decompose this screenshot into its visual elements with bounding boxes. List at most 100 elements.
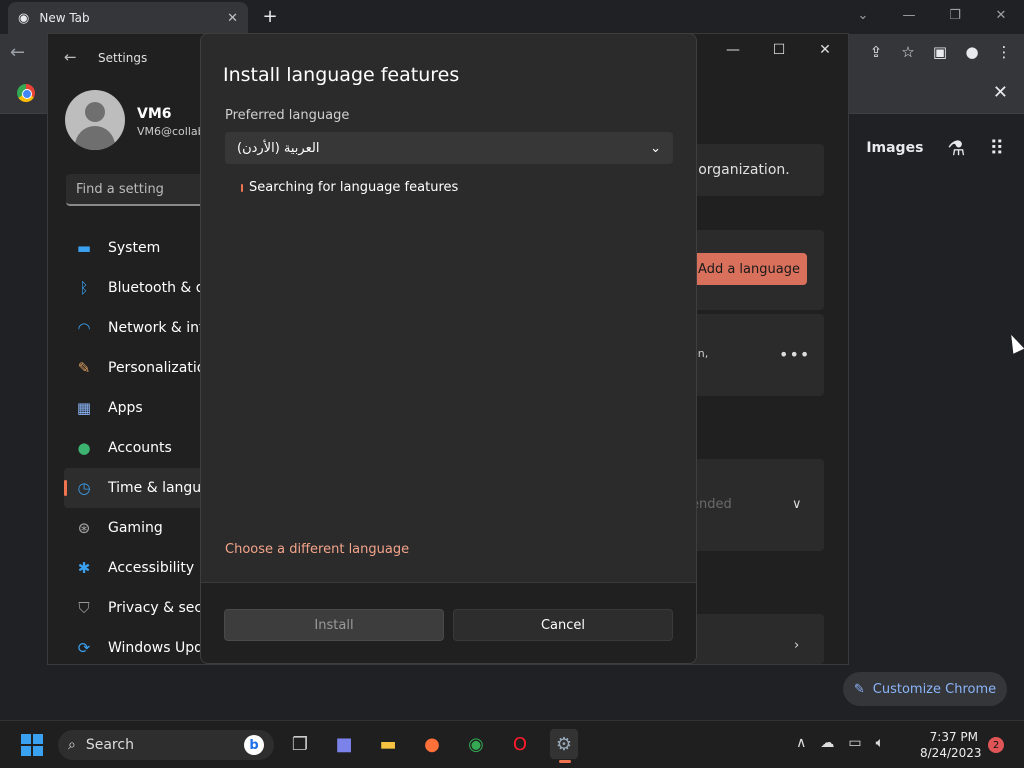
nav-item-label: Personalization [108,360,204,376]
back-arrow-icon[interactable]: ← [10,42,25,63]
nav-item-apps[interactable]: ▦ Apps [64,388,204,428]
brush-icon: ✎ [77,359,91,377]
nav-item-label: Gaming [108,520,163,536]
chrome-logo-icon: ◉ [18,10,30,26]
taskbar-apps: ❐ ■ ▬ ● ◉ O ⚙ [286,729,578,763]
ntp-header: Images ⚗ ⠿ [866,136,1004,160]
settings-nav: ▬ System ᛒ Bluetooth & devices ◠ Network… [64,228,204,668]
more-menu-icon[interactable]: ⋮ [994,40,1014,64]
settings-gear-icon[interactable]: ⚙ [550,729,578,763]
person-icon: ● [77,439,91,457]
bluetooth-icon: ᛒ [79,279,89,297]
onedrive-icon[interactable]: ☁ [820,735,834,751]
avatar [65,90,125,150]
nav-item-label: Windows Update [108,640,204,656]
progress-spinner-icon [241,183,243,192]
customize-chrome-button[interactable]: ✎ Customize Chrome [843,672,1007,706]
settings-window-controls: — ☐ ✕ [710,34,848,66]
tab-close-icon[interactable]: ✕ [227,11,238,26]
pencil-icon: ✎ [853,681,865,697]
nav-item-accounts[interactable]: ● Accounts [64,428,204,468]
nav-item-network[interactable]: ◠ Network & internet [64,308,204,348]
settings-maximize-icon[interactable]: ☐ [756,34,802,66]
chevron-down-icon[interactable]: ∨ [792,497,802,512]
new-tab-button[interactable]: + [258,6,282,28]
shield-icon: ⛉ [78,599,90,617]
settings-minimize-icon[interactable]: — [710,34,756,66]
clock-date: 8/24/2023 [920,746,982,760]
cancel-button[interactable]: Cancel [453,609,673,641]
nav-item-label: Privacy & security [108,600,204,616]
chrome-tabbar: ◉ New Tab ✕ + ⌄ — ❐ ✕ [0,0,1024,34]
bing-icon[interactable]: b [244,735,264,755]
tab-title: New Tab [39,11,90,25]
start-windows-icon[interactable] [21,734,43,756]
nav-item-gaming[interactable]: ⊛ Gaming [64,508,204,548]
more-options-icon[interactable]: ••• [779,345,810,364]
images-link[interactable]: Images [866,140,923,156]
side-panel-icon[interactable]: ▣ [930,40,950,64]
chrome-window-controls: ⌄ — ❐ ✕ [840,0,1024,30]
nav-item-system[interactable]: ▬ System [64,228,204,268]
nav-item-bluetooth[interactable]: ᛒ Bluetooth & devices [64,268,204,308]
opera-icon[interactable]: O [506,729,534,759]
add-language-button[interactable]: Add a language [691,253,807,285]
minimize-icon[interactable]: — [886,0,932,30]
restore-icon[interactable]: ❐ [932,0,978,30]
preferred-language-select[interactable]: العربية (الأردن) ⌄ [225,132,673,164]
install-language-dialog: Install language features Preferred lang… [200,33,697,664]
taskbar-clock[interactable]: 7:37 PM 8/24/2023 [920,729,982,761]
nav-item-label: Bluetooth & devices [108,280,204,296]
wifi-icon: ◠ [77,319,91,337]
recommended-dropdown[interactable]: ended [691,497,732,512]
install-button[interactable]: Install [224,609,444,641]
nav-item-windows-update[interactable]: ⟳ Windows Update [64,628,204,668]
nav-item-time-language[interactable]: ◷ Time & language [64,468,204,508]
settings-close-icon[interactable]: ✕ [802,34,848,66]
network-icon[interactable]: ▭ [848,735,861,751]
sync-icon: ⟳ [77,639,91,657]
nav-item-privacy[interactable]: ⛉ Privacy & security [64,588,204,628]
monitor-icon: ▬ [76,239,92,257]
profile-icon[interactable]: ● [962,40,982,64]
settings-title: Settings [98,51,148,65]
taskbar-search-label: Search [85,737,134,753]
settings-back-icon[interactable]: ← [64,48,77,66]
chevron-right-icon[interactable]: › [794,638,799,653]
system-tray: ∧ ☁ ▭ 🔈︎ [796,735,884,751]
volume-icon[interactable]: 🔈︎ [876,735,884,751]
nav-item-accessibility[interactable]: ✱ Accessibility [64,548,204,588]
firefox-icon[interactable]: ● [418,729,446,759]
user-email: VM6@collab [137,125,201,138]
teams-chat-icon[interactable]: ■ [330,729,358,759]
apps-grid-icon[interactable]: ⠿ [989,136,1004,160]
nav-item-personalization[interactable]: ✎ Personalization [64,348,204,388]
globe-clock-icon: ◷ [77,479,91,497]
search-status: Searching for language features [241,180,458,195]
nav-item-label: Accessibility [108,560,195,576]
chevron-up-icon[interactable]: ∧ [796,735,806,751]
task-view-icon[interactable]: ❐ [286,729,314,759]
close-icon[interactable]: ✕ [978,0,1024,30]
taskbar-search[interactable]: ⌕ Search b [58,730,274,760]
tab-search-chevron-icon[interactable]: ⌄ [840,0,886,30]
file-explorer-icon[interactable]: ▬ [374,729,402,759]
preferred-language-label: Preferred language [225,108,350,123]
chevron-down-icon: ⌄ [650,140,661,156]
labs-flask-icon[interactable]: ⚗ [947,136,965,160]
apps-icon: ▦ [76,399,92,417]
nav-item-label: Accounts [108,440,172,456]
find-setting-input[interactable]: Find a setting [66,174,206,206]
org-text: r organization. [688,162,790,178]
customize-chrome-label: Customize Chrome [872,681,997,697]
chrome-icon[interactable]: ◉ [462,729,490,759]
chrome-tab-new-tab[interactable]: ◉ New Tab ✕ [8,2,248,34]
nav-item-label: Time & language [108,480,204,496]
share-icon[interactable]: ⇪ [866,40,886,64]
choose-different-language-link[interactable]: Choose a different language [225,542,409,557]
notification-badge[interactable]: 2 [988,737,1004,753]
bookmark-star-icon[interactable]: ☆ [898,40,918,64]
gamepad-icon: ⊛ [77,519,91,537]
close-infobar-icon[interactable]: ✕ [993,82,1008,103]
user-name: VM6 [137,106,172,122]
